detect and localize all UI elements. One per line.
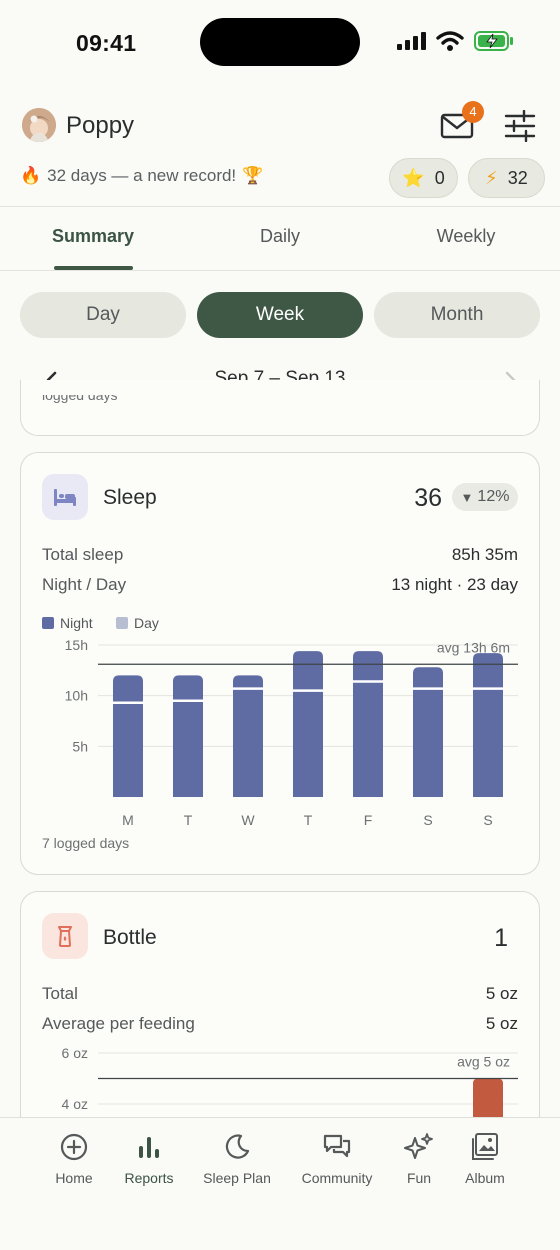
average-label: avg 5 oz [457, 1054, 510, 1070]
lightning-icon: ⚡ [485, 167, 498, 188]
range-day-button[interactable]: Day [20, 292, 186, 338]
x-tick-label: S [483, 812, 492, 828]
plus-circle-icon [60, 1133, 88, 1161]
total-sleep-label: Total sleep [42, 545, 124, 564]
sleep-card-title: Sleep [103, 486, 157, 509]
legend-night-swatch [42, 617, 54, 629]
x-tick-label: T [184, 812, 193, 828]
dynamic-island [200, 18, 360, 66]
moon-icon [225, 1134, 250, 1159]
bar [473, 653, 503, 797]
x-tick-label: M [122, 812, 134, 828]
bottle-icon [58, 926, 72, 947]
bar [473, 1078, 503, 1117]
trophy-icon: 🏆 [242, 166, 264, 185]
bottle-card-title: Bottle [103, 926, 157, 949]
tab-daily[interactable]: Daily [220, 226, 340, 247]
night-day-value: 13 night · 23 day [391, 575, 518, 594]
avatar[interactable] [22, 108, 56, 142]
bottle-chart: 4 oz 6 oz avg 5 oz [62, 1045, 518, 1117]
y-tick-label: 10h [65, 688, 88, 704]
bar [293, 651, 323, 797]
nav-album-label: Album [465, 1170, 505, 1186]
average-label: avg 13h 6m [437, 639, 510, 655]
y-tick-label: 6 oz [62, 1045, 88, 1061]
status-time: 09:41 [76, 30, 137, 56]
settings-button[interactable] [504, 109, 536, 143]
y-tick-label: 4 oz [62, 1096, 88, 1112]
energy-count: 32 [507, 167, 528, 188]
x-tick-label: T [304, 812, 313, 828]
bar [113, 675, 143, 797]
bottle-card-icon-box [42, 913, 88, 959]
sleep-chart: 5h 10h 15h M T W T F S Savg 13h 6m [65, 637, 518, 828]
sleep-change-badge: ▼ 12% [452, 483, 518, 511]
status-icons [396, 30, 514, 52]
nav-sleep-plan-label: Sleep Plan [203, 1170, 271, 1186]
bottle-total-label: Total [42, 984, 78, 1003]
nav-album[interactable]: Album [440, 1132, 530, 1186]
sleep-card-value: 36 [414, 484, 442, 512]
x-tick-label: S [423, 812, 432, 828]
legend-day-label: Day [134, 615, 159, 631]
y-tick-label: 5h [72, 738, 88, 754]
bottle-card-value: 1 [494, 924, 508, 952]
photo-album-icon [472, 1133, 498, 1160]
x-tick-label: F [364, 812, 373, 828]
tab-weekly[interactable]: Weekly [406, 226, 526, 247]
bottle-total-value: 5 oz [485, 984, 518, 1003]
energy-pill[interactable]: ⚡ 32 [468, 158, 545, 198]
nav-sleep-plan[interactable]: Sleep Plan [192, 1132, 282, 1186]
sleep-card-icon-box [42, 474, 88, 520]
bar-chart-icon [139, 1137, 159, 1158]
tabs-divider [0, 270, 560, 271]
bar [233, 675, 263, 797]
wifi-icon [436, 31, 464, 51]
legend-night-label: Night [60, 615, 93, 631]
x-tick-label: W [241, 812, 255, 828]
nav-fun-label: Fun [406, 1170, 432, 1186]
range-week-button[interactable]: Week [197, 292, 363, 338]
triangle-down-icon: ▼ [460, 489, 474, 505]
tab-summary[interactable]: Summary [33, 226, 153, 247]
nav-reports-label: Reports [124, 1170, 174, 1186]
previous-card: logged days [20, 380, 540, 436]
streak-text: 32 days — a new record! [47, 166, 237, 185]
previous-card-footer: logged days [42, 395, 118, 403]
streak-banner: 🔥 32 days — a new record! 🏆 [20, 166, 263, 186]
bottle-average-label: Average per feeding [42, 1014, 195, 1033]
stars-pill[interactable]: ⭐ 0 [389, 158, 458, 198]
sliders-icon [504, 109, 536, 143]
bar [353, 651, 383, 797]
header-divider [0, 206, 560, 207]
unread-badge: 4 [462, 101, 484, 123]
stars-count: 0 [434, 167, 445, 188]
sleep-footer: 7 logged days [42, 835, 130, 851]
legend-night: Night [42, 615, 93, 631]
bar [413, 667, 443, 797]
star-icon: ⭐ [402, 167, 425, 188]
fire-icon: 🔥 [20, 166, 42, 185]
y-tick-label: 15h [65, 637, 88, 653]
nav-reports[interactable]: Reports [104, 1132, 194, 1186]
user-name[interactable]: Poppy [66, 112, 134, 140]
nav-community[interactable]: Community [292, 1132, 382, 1186]
nav-home-label: Home [55, 1170, 93, 1186]
legend-day: Day [116, 615, 159, 631]
total-sleep-value: 85h 35m [451, 545, 518, 564]
range-month-button[interactable]: Month [374, 292, 540, 338]
sparkles-icon [404, 1133, 433, 1159]
bed-icon [54, 489, 76, 506]
bar [173, 675, 203, 797]
nav-community-label: Community [301, 1170, 373, 1186]
cellular-signal-icon [397, 32, 426, 50]
legend-day-swatch [116, 617, 128, 629]
battery-charging-icon [474, 31, 513, 51]
sleep-change-value: 12% [477, 488, 510, 505]
night-day-label: Night / Day [42, 575, 127, 594]
chat-bubbles-icon [323, 1134, 351, 1158]
bottle-average-value: 5 oz [485, 1014, 518, 1033]
